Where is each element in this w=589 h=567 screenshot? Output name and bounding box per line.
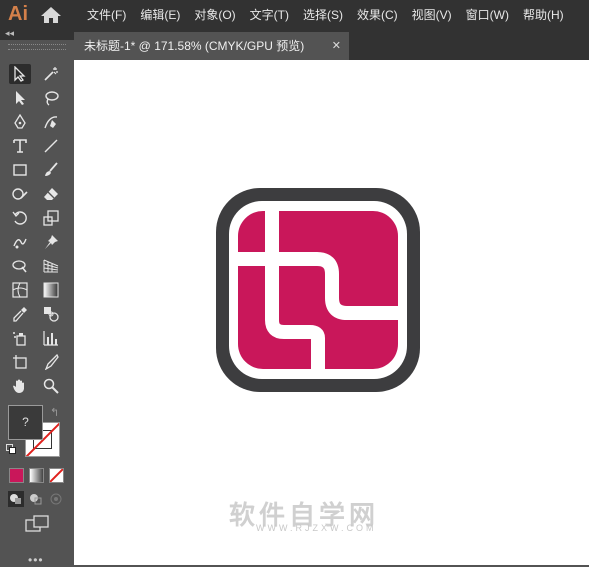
close-icon[interactable]: ✕ [332, 32, 341, 60]
gradient-tool-icon[interactable] [40, 280, 62, 300]
logo-artwork[interactable] [214, 186, 422, 394]
magic-wand-icon[interactable] [40, 64, 62, 84]
curvature-tool-icon[interactable] [40, 112, 62, 132]
menu-select[interactable]: 选择(S) [296, 0, 350, 30]
shaper-tool-icon[interactable] [9, 184, 31, 204]
slice-tool-icon[interactable] [40, 352, 62, 372]
draw-behind-icon[interactable] [28, 491, 44, 507]
pen-tool-icon[interactable] [9, 112, 31, 132]
app-logo[interactable]: Ai [8, 3, 28, 26]
eyedropper-icon[interactable] [9, 304, 31, 324]
menu-help[interactable]: 帮助(H) [516, 0, 571, 30]
lasso-icon[interactable] [40, 88, 62, 108]
menu-type[interactable]: 文字(T) [243, 0, 296, 30]
rectangle-tool-icon[interactable] [9, 160, 31, 180]
draw-inside-icon[interactable] [48, 491, 64, 507]
paintbrush-icon[interactable] [40, 160, 62, 180]
mesh-tool-icon[interactable] [9, 280, 31, 300]
screen-mode-icon[interactable] [25, 515, 49, 533]
eraser-icon[interactable] [40, 184, 62, 204]
swap-fill-stroke-icon[interactable]: ↰ [50, 406, 59, 419]
scale-tool-icon[interactable] [40, 208, 62, 228]
direct-selection-icon[interactable] [9, 88, 31, 108]
menu-bar: Ai 文件(F) 编辑(E) 对象(O) 文字(T) 选择(S) 效果(C) 视… [0, 0, 589, 30]
symbol-sprayer-icon[interactable] [9, 328, 31, 348]
line-segment-icon[interactable] [40, 136, 62, 156]
selection-tool-icon[interactable] [9, 64, 31, 84]
menu-window[interactable]: 窗口(W) [459, 0, 516, 30]
puppet-warp-icon[interactable] [9, 232, 31, 252]
hand-tool-icon[interactable] [9, 376, 31, 396]
rotate-tool-icon[interactable] [9, 208, 31, 228]
document-tab-bar: 未标题-1* @ 171.58% (CMYK/GPU 预览) ✕ [74, 30, 589, 60]
column-graph-icon[interactable] [40, 328, 62, 348]
menu-file[interactable]: 文件(F) [80, 0, 133, 30]
artboard-canvas[interactable]: 软件自学网 WWW.RJZXW.COM [74, 60, 589, 565]
pin-icon[interactable] [40, 232, 62, 252]
menu-object[interactable]: 对象(O) [187, 0, 242, 30]
draw-normal-icon[interactable] [8, 491, 24, 507]
artboard-tool-icon[interactable] [9, 352, 31, 372]
menu-effect[interactable]: 效果(C) [350, 0, 405, 30]
watermark-url: WWW.RJZXW.COM [256, 523, 377, 533]
shape-builder-icon[interactable] [9, 256, 31, 276]
menu-edit[interactable]: 编辑(E) [133, 0, 187, 30]
zoom-tool-icon[interactable] [40, 376, 62, 396]
home-icon[interactable] [40, 6, 62, 24]
none-mode-button[interactable] [49, 468, 64, 483]
menu-items: 文件(F) 编辑(E) 对象(O) 文字(T) 选择(S) 效果(C) 视图(V… [80, 0, 571, 30]
color-mode-button[interactable] [9, 468, 24, 483]
menu-view[interactable]: 视图(V) [405, 0, 459, 30]
fill-swatch[interactable]: ? [8, 405, 43, 440]
blend-tool-icon[interactable] [40, 304, 62, 324]
type-tool-icon[interactable] [9, 136, 31, 156]
document-tab-title: 未标题-1* @ 171.58% (CMYK/GPU 预览) [84, 39, 305, 53]
perspective-grid-icon[interactable] [40, 256, 62, 276]
document-tab[interactable]: 未标题-1* @ 171.58% (CMYK/GPU 预览) ✕ [74, 32, 349, 60]
gradient-mode-button[interactable] [29, 468, 44, 483]
default-fill-stroke-icon[interactable] [6, 444, 16, 454]
collapse-icon[interactable]: ◂◂ [5, 28, 14, 39]
panel-collapse-bar[interactable]: ◂◂ [0, 28, 74, 40]
toolbar-grip[interactable] [8, 44, 66, 50]
